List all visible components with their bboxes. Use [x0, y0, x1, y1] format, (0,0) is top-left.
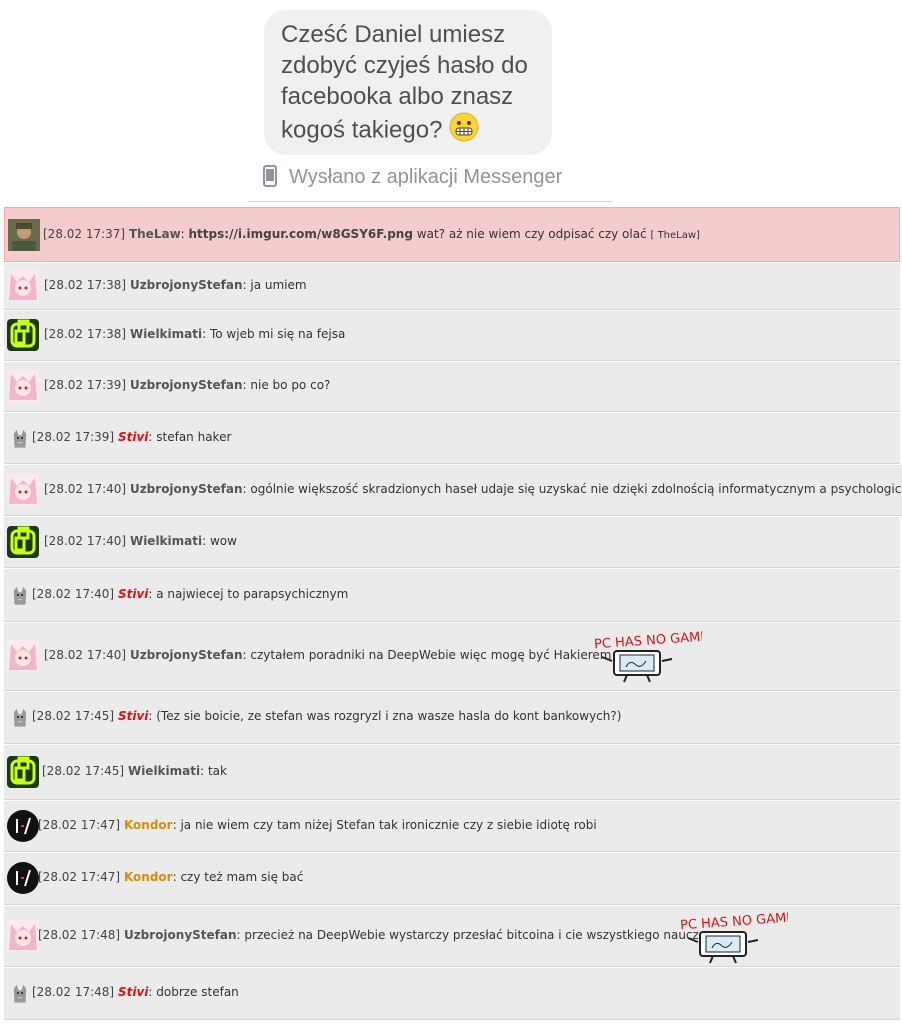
message-timestamp: [28.02 17:40] [44, 482, 127, 496]
message-timestamp: [28.02 17:40] [32, 587, 115, 601]
message-author[interactable]: Stivi [118, 709, 148, 723]
anime-girl-avatar[interactable] [7, 919, 39, 952]
svg-text:PC HAS NO GAME: PC HAS NO GAME [594, 631, 702, 652]
chat-message-row: [28.02 17:37] TheLaw: https://i.imgur.co… [4, 207, 900, 262]
message-text: (Tez sie boicie, ze stefan was rozgryzl … [156, 709, 622, 723]
message-timestamp: [28.02 17:48] [38, 928, 121, 942]
sent-from-messenger: Wysłano z aplikacji Messenger [249, 160, 613, 202]
wolf-avatar[interactable] [9, 583, 31, 606]
wolf-avatar[interactable] [9, 426, 31, 449]
message-timestamp: [28.02 17:45] [42, 764, 125, 778]
kondor-avatar[interactable] [7, 809, 39, 842]
pc-has-no-game-meme-image: PC HAS NO GAME [592, 629, 709, 686]
message-text: To wjeb mi się na fejsa [209, 327, 346, 341]
message-link[interactable]: https://i.imgur.com/w8GSY6F.png [189, 227, 413, 241]
message-text: czy też mam się bać [180, 870, 304, 884]
message-timestamp: [28.02 17:37] [43, 227, 126, 241]
svg-text:PC HAS NO GAME: PC HAS NO GAME [680, 912, 788, 933]
message-author[interactable]: Kondor [124, 818, 173, 832]
anime-girl-avatar[interactable] [7, 473, 39, 506]
message-timestamp: [28.02 17:38] [44, 278, 127, 292]
wolf-avatar[interactable] [9, 982, 31, 1004]
chat-message-row: [28.02 17:40] UzbrojonyStefan: ogólnie w… [4, 465, 902, 516]
chat-message-row: [28.02 17:39] Stivi: stefan haker [4, 413, 900, 464]
messenger-message-bubble: Cześć Daniel umiesz zdobyć czyjeś hasło … [264, 10, 552, 155]
message-author[interactable]: UzbrojonyStefan [130, 482, 243, 496]
message-author[interactable]: Wielkimati [128, 764, 200, 778]
sent-label: Wysłano z aplikacji Messenger [289, 166, 563, 188]
message-line: Cześć Daniel umiesz [281, 21, 506, 48]
chat-message-row: [28.02 17:40] Wielkimati: wow [4, 517, 900, 568]
message-author[interactable]: TheLaw [129, 227, 181, 241]
message-timestamp: [28.02 17:45] [32, 709, 115, 723]
message-text: wat? aż nie wiem czy odpisać czy olać [416, 227, 647, 241]
wolf-avatar[interactable] [9, 706, 31, 728]
chat-message-row: [28.02 17:40] Stivi: a najwiecej to para… [4, 569, 900, 622]
grimacing-emoji-icon [449, 112, 479, 150]
chat-message-row: [28.02 17:38] UzbrojonyStefan: ja umiem [4, 263, 900, 310]
green-logo-avatar[interactable] [7, 755, 39, 788]
message-author[interactable]: Stivi [118, 985, 148, 999]
message-timestamp: [28.02 17:40] [44, 648, 127, 662]
message-timestamp: [28.02 17:39] [44, 378, 127, 392]
message-author[interactable]: Stivi [118, 587, 148, 601]
message-tag: [ TheLaw] [650, 230, 700, 241]
chat-message-row: [28.02 17:45] Stivi: (Tez sie boicie, ze… [4, 692, 900, 744]
chat-message-row: [28.02 17:48] Stivi: dobrze stefan [4, 968, 900, 1020]
message-line: kogoś takiego? [281, 116, 443, 144]
anime-girl-avatar[interactable] [7, 640, 39, 672]
chat-message-row: [28.02 17:48] UzbrojonyStefan: przecież … [4, 906, 900, 967]
kondor-avatar[interactable] [7, 862, 39, 894]
message-author[interactable]: UzbrojonyStefan [130, 378, 243, 392]
message-timestamp: [28.02 17:38] [44, 327, 127, 341]
message-author[interactable]: Wielkimati [130, 327, 202, 341]
message-line: facebooka albo znasz [281, 83, 514, 110]
green-logo-avatar[interactable] [7, 525, 39, 558]
green-logo-avatar[interactable] [7, 319, 39, 351]
phone-icon [263, 165, 277, 193]
message-text: a najwiecej to parapsychicznym [156, 587, 349, 601]
message-text: wow [209, 534, 237, 548]
message-author[interactable]: Kondor [124, 870, 173, 884]
chat-message-row: [28.02 17:47] Kondor: ja nie wiem czy ta… [4, 801, 900, 852]
message-author[interactable]: Wielkimati [130, 534, 202, 548]
message-timestamp: [28.02 17:40] [44, 534, 127, 548]
message-text: dobrze stefan [156, 985, 239, 999]
soldier-avatar[interactable] [8, 218, 40, 251]
message-text: ja umiem [250, 278, 307, 292]
message-text: ogólnie większość skradzionych haseł uda… [250, 482, 902, 496]
message-text: nie bo po co? [250, 378, 331, 392]
message-text: stefan haker [156, 430, 232, 444]
chat-message-row: [28.02 17:40] UzbrojonyStefan: czytałem … [4, 623, 900, 691]
chat-message-row: [28.02 17:38] Wielkimati: To wjeb mi się… [4, 311, 900, 361]
message-author[interactable]: Stivi [118, 430, 148, 444]
message-author[interactable]: UzbrojonyStefan [130, 278, 243, 292]
message-text: tak [207, 764, 227, 778]
message-timestamp: [28.02 17:47] [38, 870, 121, 884]
message-timestamp: [28.02 17:48] [32, 985, 115, 999]
message-timestamp: [28.02 17:39] [32, 430, 115, 444]
chat-message-row: [28.02 17:39] UzbrojonyStefan: nie bo po… [4, 362, 900, 412]
anime-girl-avatar[interactable] [7, 269, 39, 302]
message-text: przecież na DeepWebie wystarczy przesłać… [244, 928, 707, 942]
message-timestamp: [28.02 17:47] [38, 818, 121, 832]
chat-message-row: [28.02 17:47] Kondor: czy też mam się ba… [4, 853, 900, 905]
anime-girl-avatar[interactable] [7, 370, 39, 402]
message-text: czytałem poradniki na DeepWebie więc mog… [250, 648, 612, 662]
message-line: zdobyć czyjeś hasło do [281, 52, 528, 79]
message-author[interactable]: UzbrojonyStefan [130, 648, 243, 662]
message-author[interactable]: UzbrojonyStefan [124, 928, 237, 942]
pc-has-no-game-meme-image: PC HAS NO GAME [678, 910, 795, 967]
chat-message-row: [28.02 17:45] Wielkimati: tak [4, 745, 900, 800]
message-text: ja nie wiem czy tam niżej Stefan tak iro… [180, 818, 597, 832]
